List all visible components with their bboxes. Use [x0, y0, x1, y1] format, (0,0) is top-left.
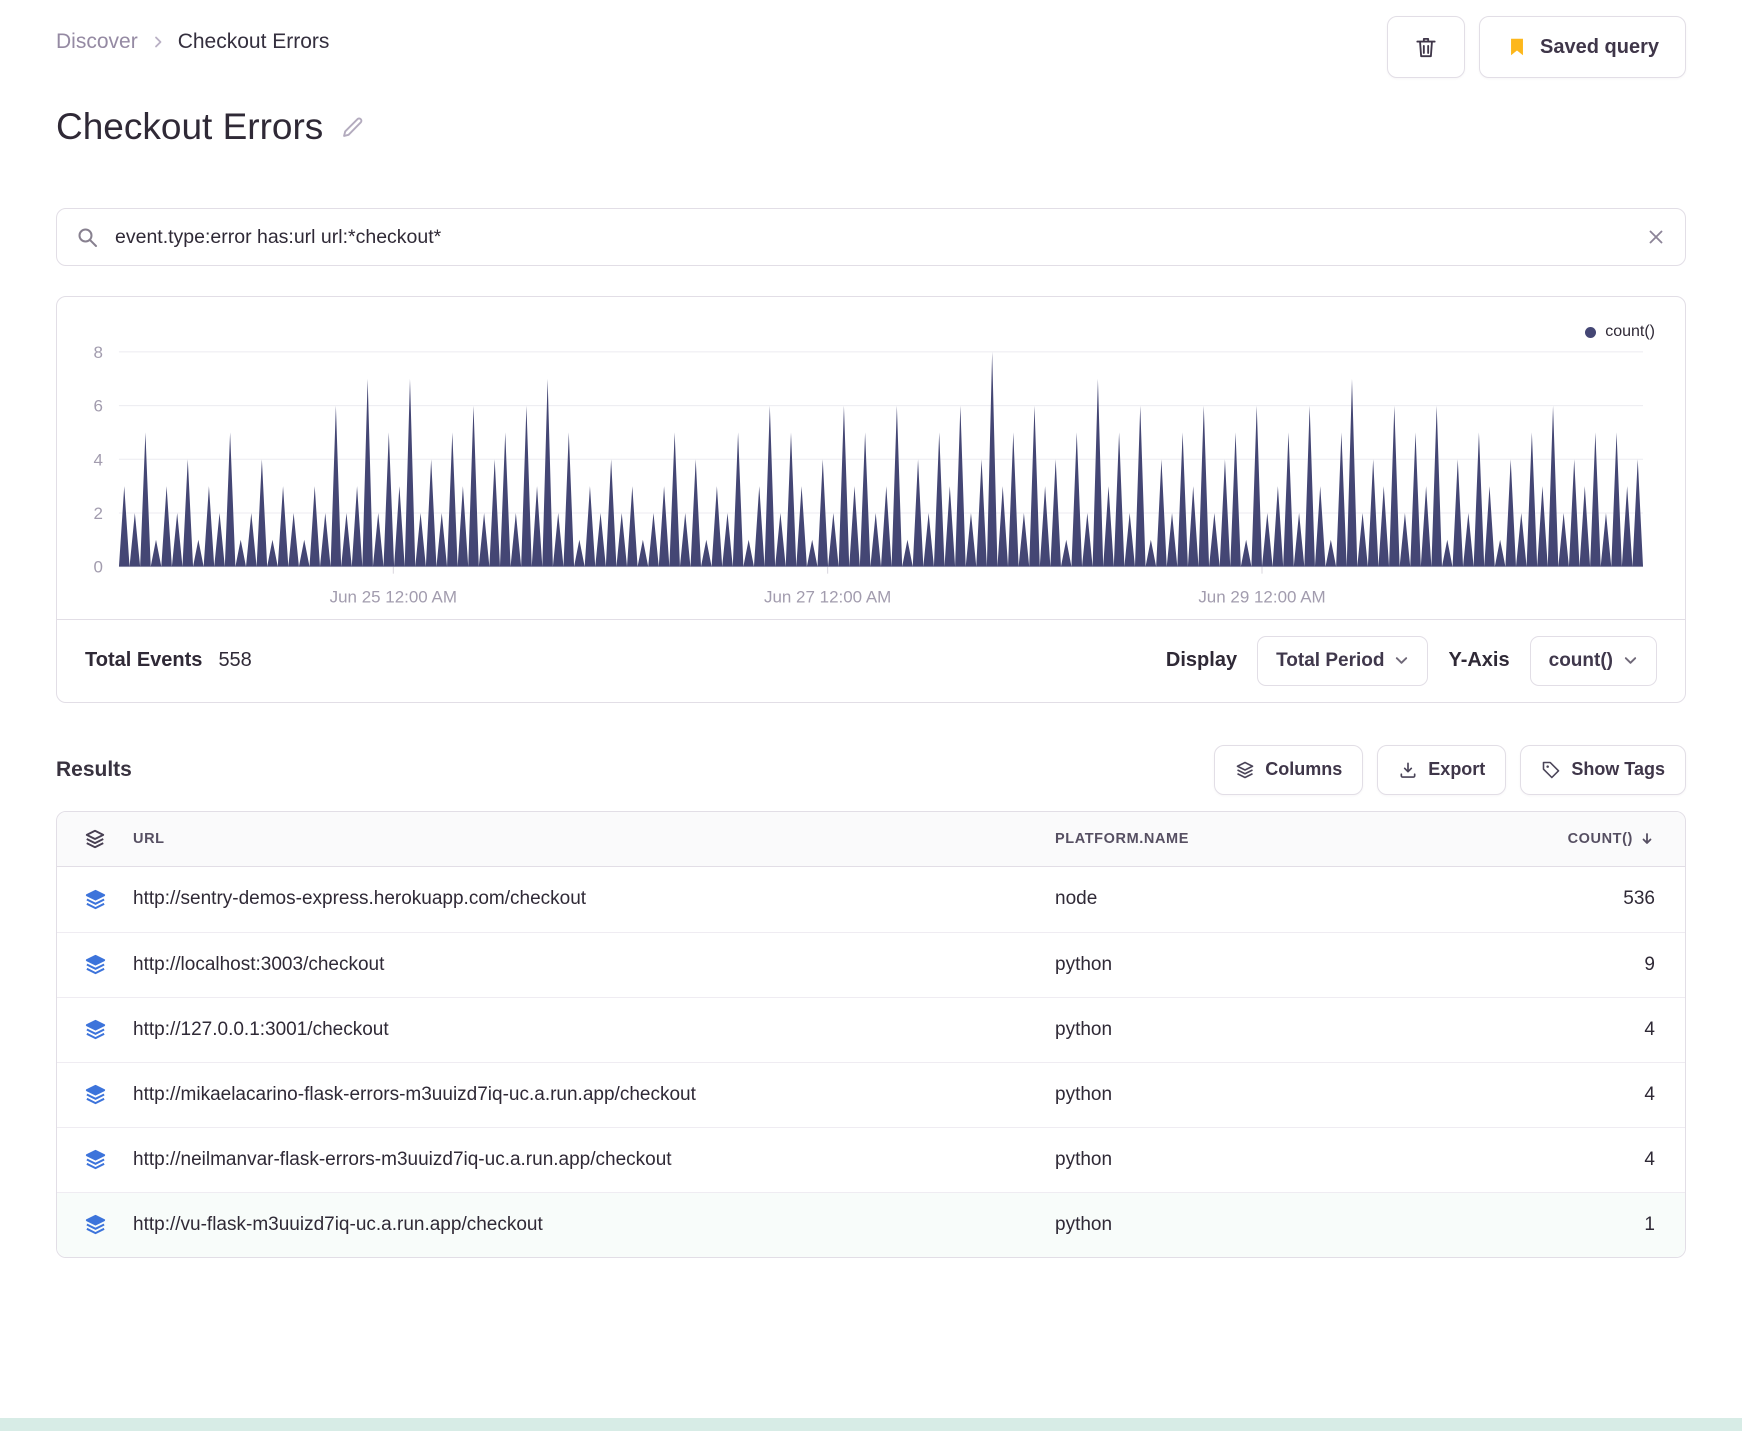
legend-label: count() [1605, 323, 1655, 340]
show-tags-button-label: Show Tags [1571, 759, 1665, 780]
table-row: http://mikaelacarino-flask-errors-m3uuiz… [57, 1061, 1685, 1127]
results-table: URL PLATFORM.NAME COUNT() http://sentry-… [56, 810, 1686, 1258]
show-tags-button[interactable]: Show Tags [1520, 744, 1686, 795]
title-row: Checkout Errors [56, 106, 1686, 148]
saved-query-label: Saved query [1540, 35, 1659, 58]
chart-controls: Display Total Period Y-Axis count() [1165, 635, 1657, 686]
chevron-right-icon [150, 34, 166, 50]
table-row: http://neilmanvar-flask-errors-m3uuizd7i… [57, 1126, 1685, 1192]
svg-text:Jun 25 12:00 AM: Jun 25 12:00 AM [330, 588, 457, 607]
stack-row-icon[interactable] [57, 888, 133, 911]
table-row: http://sentry-demos-express.herokuapp.co… [57, 867, 1685, 932]
search-icon [75, 225, 99, 249]
columns-button-label: Columns [1265, 759, 1343, 780]
svg-text:Jun 27 12:00 AM: Jun 27 12:00 AM [764, 588, 891, 607]
row-count: 4 [1644, 1148, 1655, 1170]
column-header-url[interactable]: URL [133, 831, 1055, 847]
svg-text:4: 4 [94, 450, 103, 469]
display-label: Display [1165, 649, 1238, 672]
total-events: Total Events 558 [85, 649, 252, 672]
topbar-actions: Saved query [1387, 16, 1686, 78]
chevron-down-icon [1394, 653, 1409, 668]
topbar: Discover Checkout Errors Saved query [56, 0, 1686, 78]
table-row: http://localhost:3003/checkout python 9 [57, 931, 1685, 997]
breadcrumb-discover[interactable]: Discover [56, 30, 138, 54]
events-chart[interactable]: 0 2 4 6 8 Jun 25 12:00 AM Jun 27 12:00 AM Jun 2… [57, 297, 1685, 619]
results-title: Results [56, 757, 132, 781]
columns-button[interactable]: Columns [1214, 744, 1364, 795]
chart-legend: count() [1585, 323, 1655, 341]
y-axis-label: Y-Axis [1448, 649, 1510, 672]
svg-text:6: 6 [94, 397, 103, 416]
svg-text:0: 0 [94, 558, 103, 577]
chevron-down-icon [1623, 653, 1638, 668]
stack-row-icon[interactable] [57, 1083, 133, 1106]
export-button-label: Export [1428, 759, 1486, 780]
table-header-row: URL PLATFORM.NAME COUNT() [57, 811, 1685, 867]
row-platform: node [1055, 888, 1098, 910]
svg-text:2: 2 [94, 504, 103, 523]
layers-icon [1235, 760, 1255, 780]
table-row: http://vu-flask-m3uuizd7iq-uc.a.run.app/… [57, 1191, 1685, 1257]
export-button[interactable]: Export [1377, 744, 1507, 795]
results-header: Results Columns Export Show Tags [56, 744, 1686, 795]
row-url[interactable]: http://localhost:3003/checkout [133, 954, 1055, 976]
row-platform: python [1055, 1018, 1113, 1040]
events-chart-panel: count() 0 2 4 6 8 Jun 25 12:00 AM Jun 27 12:00… [56, 296, 1686, 703]
breadcrumb-current: Checkout Errors [177, 30, 330, 53]
breadcrumb: Discover Checkout Errors [56, 30, 329, 54]
stack-header-icon[interactable] [57, 828, 133, 850]
page-title: Checkout Errors [56, 106, 324, 147]
row-url[interactable]: http://mikaelacarino-flask-errors-m3uuiz… [133, 1084, 1055, 1106]
table-body: http://sentry-demos-express.herokuapp.co… [57, 867, 1685, 1257]
search-input[interactable] [113, 224, 1631, 250]
stack-row-icon[interactable] [57, 953, 133, 976]
row-count: 536 [1623, 888, 1655, 910]
tag-icon [1541, 760, 1561, 780]
row-platform: python [1055, 1148, 1113, 1170]
row-count: 9 [1644, 953, 1655, 975]
column-header-count[interactable]: COUNT() [1505, 831, 1685, 847]
row-platform: python [1055, 953, 1113, 975]
display-dropdown[interactable]: Total Period [1257, 635, 1429, 686]
y-axis-dropdown[interactable]: count() [1529, 635, 1657, 686]
row-count: 4 [1644, 1083, 1655, 1105]
svg-text:8: 8 [94, 343, 103, 362]
download-icon [1398, 760, 1418, 780]
row-platform: python [1055, 1083, 1113, 1105]
row-count: 1 [1644, 1213, 1655, 1235]
trash-icon [1413, 34, 1439, 60]
sort-desc-icon[interactable] [1639, 831, 1655, 847]
saved-query-button[interactable]: Saved query [1479, 16, 1686, 78]
total-events-label: Total Events [85, 649, 203, 672]
stack-row-icon[interactable] [57, 1148, 133, 1171]
row-count: 4 [1644, 1018, 1655, 1040]
bookmark-icon [1506, 36, 1528, 58]
discover-page: Discover Checkout Errors Saved query Che… [0, 0, 1742, 1258]
display-value: Total Period [1276, 649, 1385, 671]
results-actions: Columns Export Show Tags [1214, 744, 1686, 795]
chart-footer: Total Events 558 Display Total Period Y-… [57, 618, 1685, 702]
table-row: http://127.0.0.1:3001/checkout python 4 [57, 996, 1685, 1062]
delete-query-button[interactable] [1387, 16, 1466, 78]
row-platform: python [1055, 1213, 1113, 1235]
stack-row-icon[interactable] [57, 1213, 133, 1236]
edit-title-icon[interactable] [339, 114, 366, 141]
svg-text:Jun 29 12:00 AM: Jun 29 12:00 AM [1198, 588, 1325, 607]
count-header-label: COUNT() [1567, 830, 1633, 847]
total-events-value: 558 [218, 649, 252, 672]
search-bar [56, 208, 1686, 266]
row-url[interactable]: http://sentry-demos-express.herokuapp.co… [133, 888, 1055, 910]
stack-row-icon[interactable] [57, 1018, 133, 1041]
row-url[interactable]: http://127.0.0.1:3001/checkout [133, 1019, 1055, 1041]
legend-dot-icon [1585, 326, 1597, 338]
y-axis-value: count() [1548, 649, 1613, 671]
clear-search-icon[interactable] [1645, 226, 1667, 248]
row-url[interactable]: http://vu-flask-m3uuizd7iq-uc.a.run.app/… [133, 1214, 1055, 1236]
column-header-platform[interactable]: PLATFORM.NAME [1055, 831, 1505, 847]
row-url[interactable]: http://neilmanvar-flask-errors-m3uuizd7i… [133, 1149, 1055, 1171]
bottom-strip [0, 1417, 1742, 1431]
